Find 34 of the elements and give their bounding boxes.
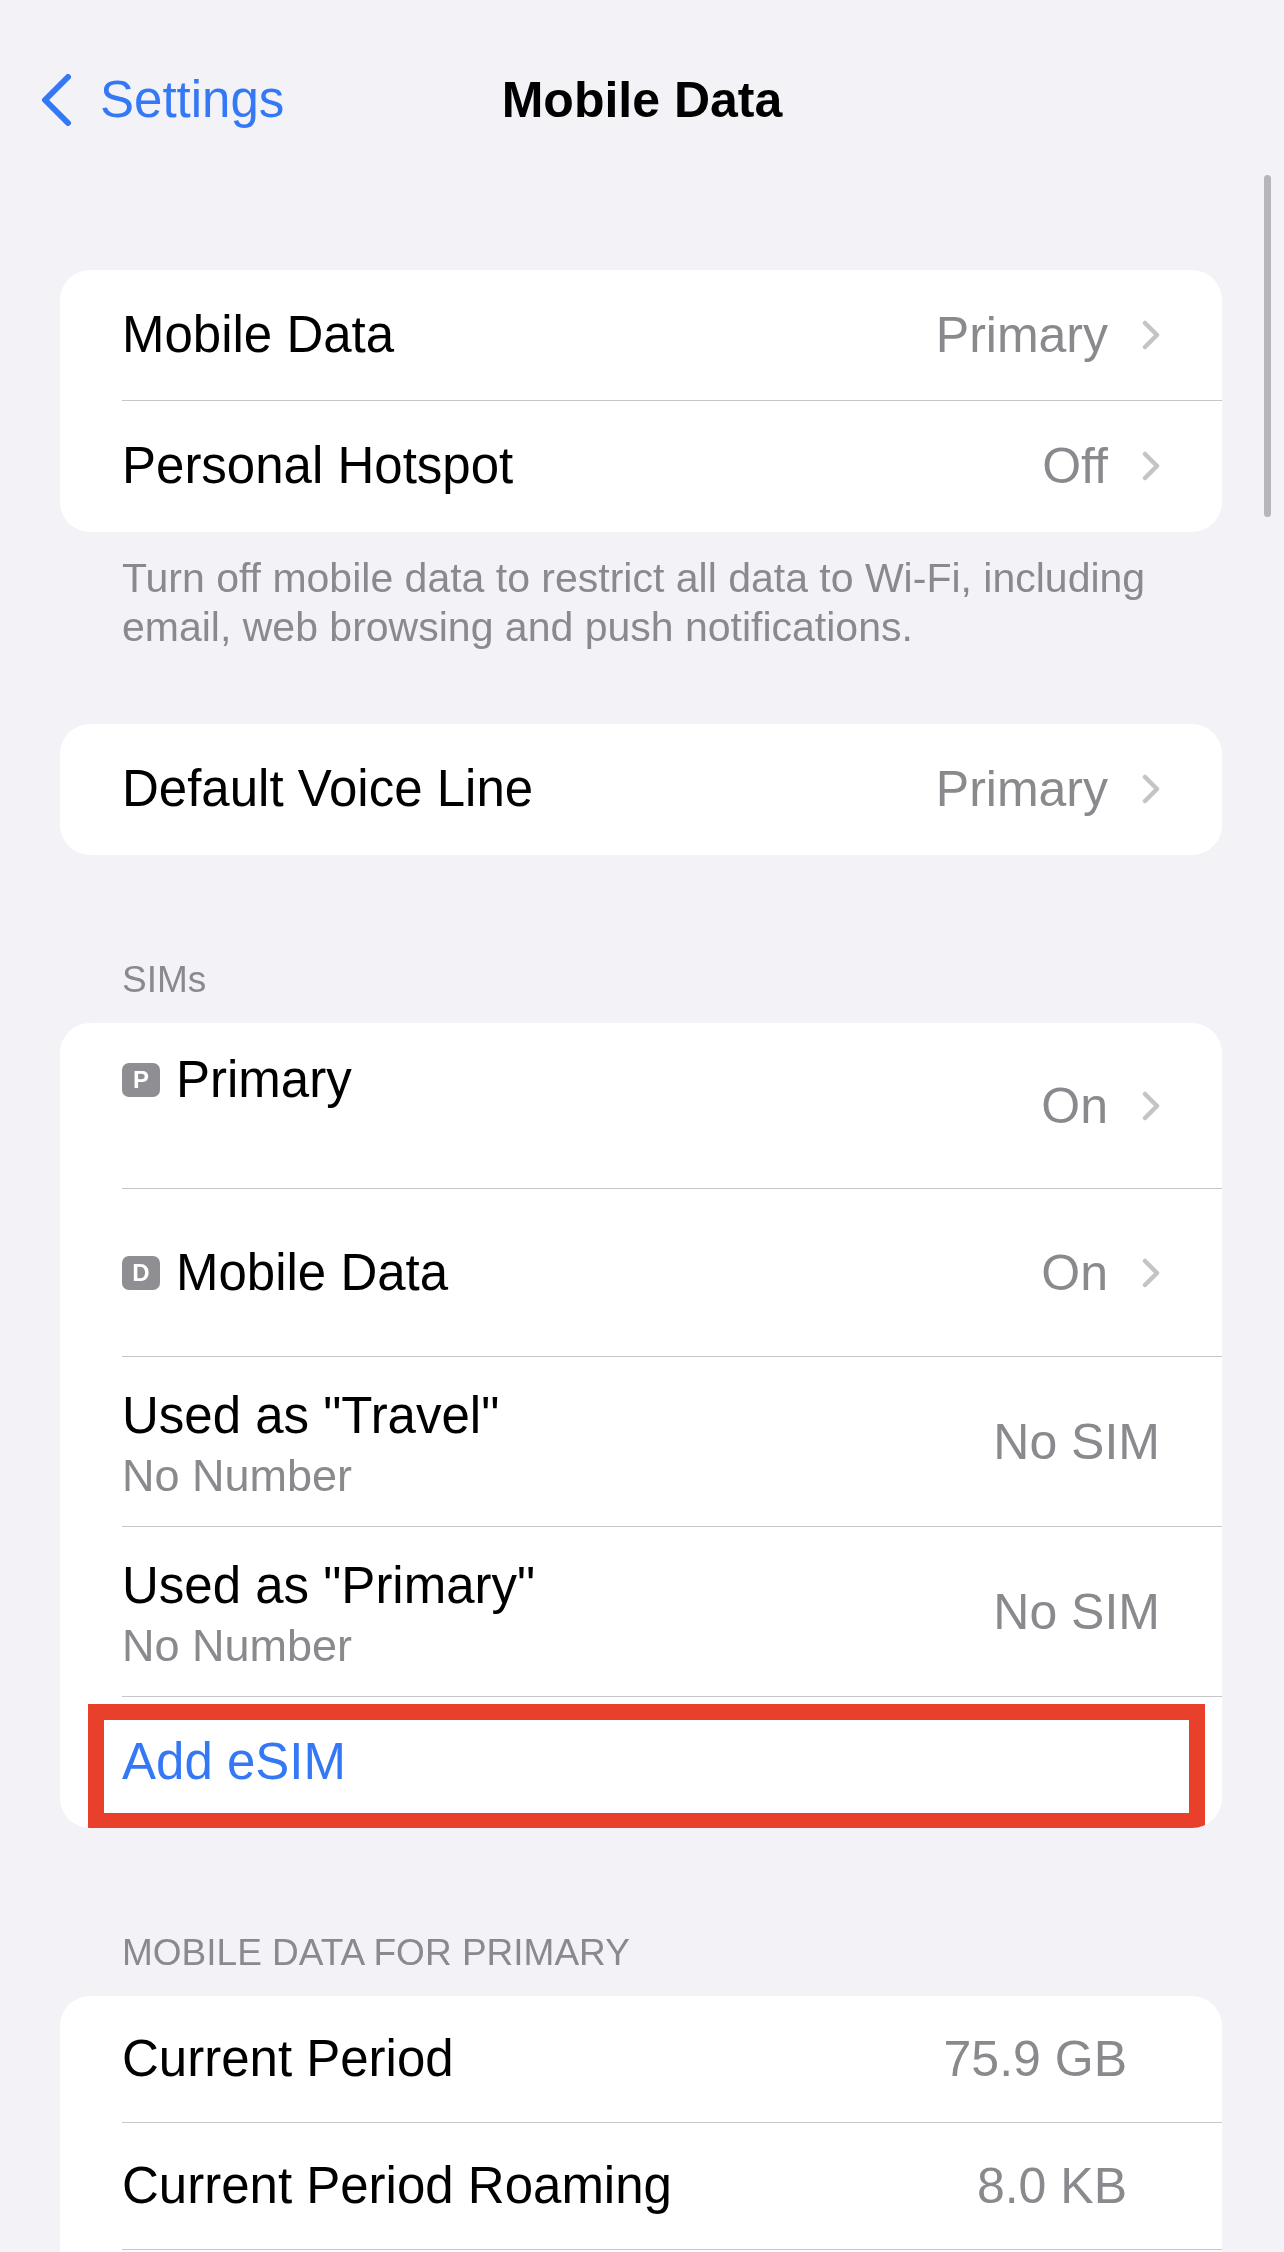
setting-value: Off <box>1042 437 1108 496</box>
setting-label[interactable]: Default Voice Line <box>122 759 534 819</box>
setting-value: No SIM <box>993 1582 1160 1642</box>
line-number-text: No Number <box>122 1620 354 1672</box>
sim-badge: P <box>122 1063 160 1097</box>
setting-label: Current Period Roaming <box>122 2156 672 2216</box>
page-title: Mobile Data <box>501 71 783 130</box>
chevron-right-icon <box>1142 451 1160 481</box>
sim-label[interactable]: Primary <box>176 1050 352 1110</box>
sim-badge: D <box>122 1255 160 1290</box>
setting-label: Current Period <box>122 2029 454 2089</box>
back-button[interactable]: Settings <box>40 70 285 130</box>
section-footer-text: Turn off mobile data to restrict all data to Wi-Fi, including email, web browsing and push notifications. <box>121 554 1147 652</box>
sim-label[interactable]: Mobile Data <box>176 1242 449 1303</box>
setting-label[interactable]: Mobile Data <box>122 305 395 365</box>
section-header: SIMs <box>122 958 207 1002</box>
chevron-right-icon <box>1142 774 1160 804</box>
back-chevron-icon <box>40 74 72 126</box>
setting-value: 8.0 KB <box>976 2157 1127 2216</box>
chevron-right-icon <box>1142 1257 1160 1288</box>
setting-value: No SIM <box>993 1412 1160 1472</box>
chevron-right-icon <box>1142 320 1160 350</box>
setting-value: Primary <box>935 760 1108 819</box>
line-label[interactable]: Used as "Travel" <box>122 1386 500 1446</box>
add-esim-link[interactable]: Add eSIM <box>122 1732 346 1792</box>
setting-value: On <box>1041 1076 1108 1136</box>
section-header: MOBILE DATA FOR PRIMARY <box>122 1931 630 1975</box>
line-number-text: No Number <box>122 1450 354 1502</box>
line-label[interactable]: Used as "Primary" <box>122 1556 536 1616</box>
setting-label[interactable]: Personal Hotspot <box>122 436 514 496</box>
setting-value: 75.9 GB <box>943 2030 1127 2089</box>
chevron-right-icon <box>1142 1090 1160 1121</box>
setting-value: On <box>1041 1243 1108 1303</box>
setting-value: Primary <box>935 306 1108 365</box>
